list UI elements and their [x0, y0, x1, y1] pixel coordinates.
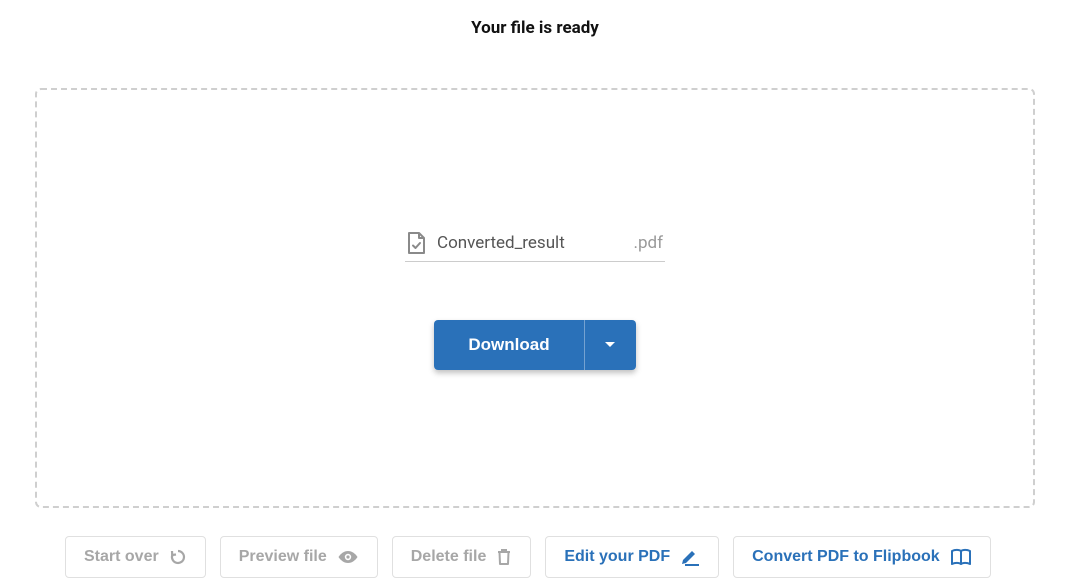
download-button-group: Download	[434, 320, 635, 370]
action-label: Edit your PDF	[564, 548, 670, 566]
page-title: Your file is ready	[35, 18, 1035, 38]
delete-file-button[interactable]: Delete file	[392, 536, 532, 578]
edit-pdf-button[interactable]: Edit your PDF	[545, 536, 719, 578]
caret-down-icon	[604, 341, 616, 349]
action-label: Convert PDF to Flipbook	[752, 548, 940, 566]
pencil-icon	[680, 548, 700, 566]
eye-icon	[337, 550, 359, 564]
preview-file-button[interactable]: Preview file	[220, 536, 378, 578]
trash-icon	[496, 548, 512, 566]
refresh-icon	[169, 548, 187, 566]
download-button[interactable]: Download	[434, 320, 583, 370]
action-label: Preview file	[239, 548, 327, 566]
secondary-actions: Start over Preview file Delete file	[35, 536, 1035, 578]
file-extension-label: .pdf	[613, 233, 663, 253]
file-name-input[interactable]: Converted_result	[437, 233, 603, 253]
download-options-toggle[interactable]	[584, 320, 636, 370]
result-drop-zone: Converted_result .pdf Download	[35, 88, 1035, 508]
action-label: Delete file	[411, 548, 487, 566]
output-file-row: Converted_result .pdf	[405, 227, 665, 262]
start-over-button[interactable]: Start over	[65, 536, 206, 578]
open-book-icon	[950, 548, 972, 566]
action-label: Start over	[84, 548, 159, 566]
file-checked-icon	[405, 231, 427, 255]
convert-flipbook-button[interactable]: Convert PDF to Flipbook	[733, 536, 991, 578]
